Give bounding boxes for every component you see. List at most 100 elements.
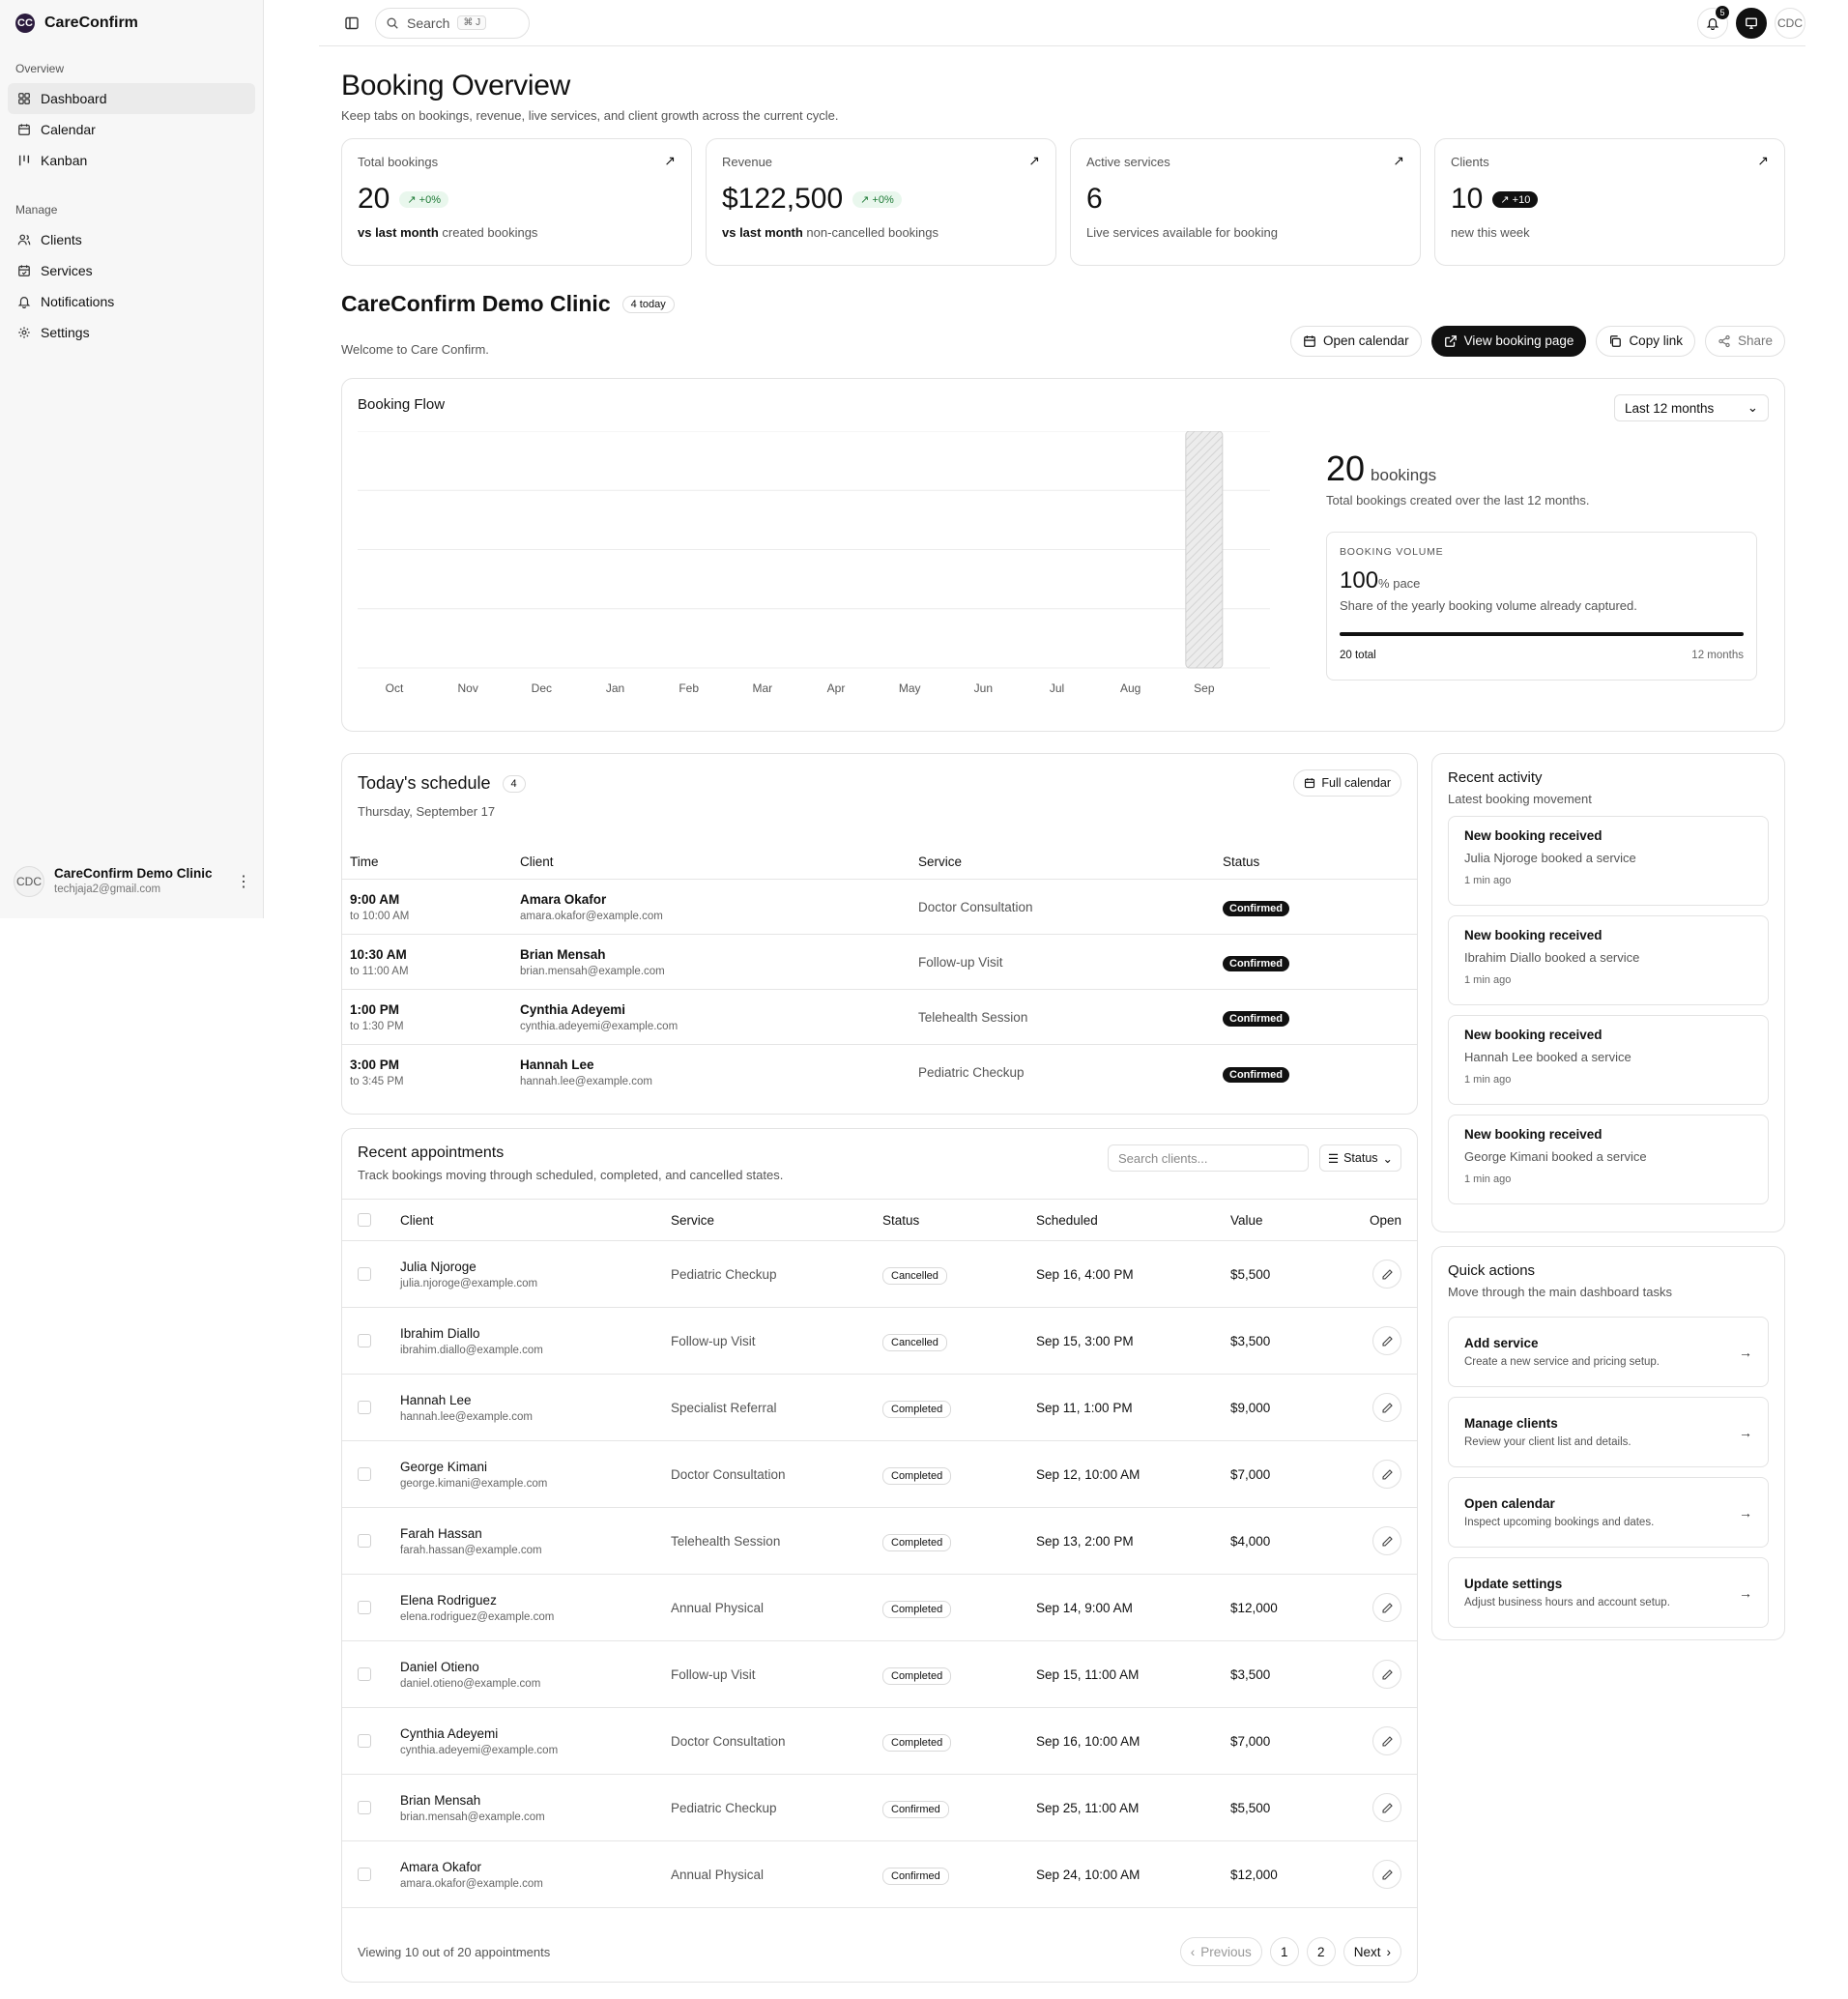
select-all-checkbox[interactable] <box>358 1213 371 1227</box>
trend-badge: ↗ +0% <box>852 190 902 208</box>
copy-link-button[interactable]: Copy link <box>1596 325 1695 357</box>
sidebar-item-kanban[interactable]: Kanban <box>8 145 255 176</box>
open-calendar-button[interactable]: Open calendar <box>1290 325 1422 357</box>
status-badge: Completed <box>882 1467 952 1485</box>
activity-item[interactable]: New booking received Hannah Lee booked a… <box>1448 1015 1769 1105</box>
more-vertical-icon[interactable]: ⋮ <box>236 872 251 891</box>
edit-appointment-button[interactable] <box>1372 1660 1401 1689</box>
edit-appointment-button[interactable] <box>1372 1793 1401 1822</box>
edit-appointment-button[interactable] <box>1372 1460 1401 1489</box>
scheduled-time: Sep 15, 11:00 AM <box>1036 1666 1140 1682</box>
table-row[interactable]: Amara Okafor amara.okafor@example.com Annu… <box>342 1841 1417 1908</box>
row-checkbox[interactable] <box>358 1267 371 1281</box>
row-checkbox[interactable] <box>358 1868 371 1881</box>
edit-appointment-button[interactable] <box>1372 1526 1401 1555</box>
next-page-button[interactable]: Next › <box>1343 1937 1401 1966</box>
sidebar-item-notifications[interactable]: Notifications <box>8 286 255 317</box>
table-row[interactable]: Ibrahim Diallo ibrahim.diallo@example.com… <box>342 1308 1417 1375</box>
display-button[interactable] <box>1736 7 1767 39</box>
row-checkbox[interactable] <box>358 1467 371 1481</box>
monitor-icon <box>1746 17 1757 29</box>
brand[interactable]: CC CareConfirm <box>0 0 263 46</box>
sidebar-user[interactable]: CDC CareConfirm Demo Clinic techjaja2@gm… <box>8 866 255 897</box>
activity-item[interactable]: New booking received Ibrahim Diallo book… <box>1448 915 1769 1005</box>
scheduled-time: Sep 24, 10:00 AM <box>1036 1867 1141 1882</box>
x-tick-label: Feb <box>679 681 699 695</box>
search-button[interactable]: Search ⌘ J <box>375 7 530 39</box>
scheduled-time: Sep 25, 11:00 AM <box>1036 1800 1140 1815</box>
chart-bar-sep[interactable] <box>1185 431 1224 669</box>
stat-card-revenue[interactable]: Revenue ↗ $122,500 ↗ +0% vs last month n… <box>706 138 1056 266</box>
edit-appointment-button[interactable] <box>1372 1860 1401 1889</box>
bell-icon <box>17 295 31 308</box>
clinic-title: CareConfirm Demo Clinic <box>341 291 611 316</box>
row-checkbox[interactable] <box>358 1601 371 1614</box>
arrow-up-right-icon[interactable]: ↗ <box>664 153 676 169</box>
arrow-up-right-icon[interactable]: ↗ <box>1028 153 1040 169</box>
quick-action-open-calendar[interactable]: Open calendar Inspect upcoming bookings a… <box>1448 1477 1769 1548</box>
scheduled-time: Sep 16, 10:00 AM <box>1036 1733 1141 1749</box>
sidebar-item-calendar[interactable]: Calendar <box>8 114 255 145</box>
edit-appointment-button[interactable] <box>1372 1593 1401 1622</box>
edit-appointment-button[interactable] <box>1372 1726 1401 1755</box>
table-row[interactable]: George Kimani george.kimani@example.com Do… <box>342 1441 1417 1508</box>
activity-item[interactable]: New booking received George Kimani booke… <box>1448 1115 1769 1204</box>
sidebar-item-services[interactable]: Services <box>8 255 255 286</box>
table-row[interactable]: Hannah Lee hannah.lee@example.com Speciali… <box>342 1375 1417 1441</box>
table-row[interactable]: Brian Mensah brian.mensah@example.com Pedi… <box>342 1775 1417 1841</box>
booking-flow-chart: Oct Nov Dec Jan Feb Mar Apr May Jun Jul Aug Sep <box>358 431 1270 695</box>
arrow-up-right-icon[interactable]: ↗ <box>1393 153 1404 169</box>
notifications-button[interactable]: 5 <box>1697 5 1729 39</box>
copy-icon <box>1610 334 1622 347</box>
range-select[interactable]: Last 12 months ⌄ <box>1614 394 1769 421</box>
share-button[interactable]: Share <box>1704 325 1785 357</box>
row-checkbox[interactable] <box>358 1401 371 1414</box>
table-row[interactable]: Daniel Otieno daniel.otieno@example.com Fo… <box>342 1641 1417 1708</box>
quick-action-title: Manage clients <box>1464 1416 1558 1431</box>
sidebar-item-dashboard[interactable]: Dashboard <box>8 83 255 114</box>
client-name: Hannah Lee <box>520 1057 594 1072</box>
row-checkbox[interactable] <box>358 1667 371 1681</box>
table-row[interactable]: Julia Njoroge julia.njoroge@example.com Pe… <box>342 1241 1417 1308</box>
page-1-button[interactable]: 1 <box>1269 1937 1299 1966</box>
booking-volume-value: 100% pace <box>1340 567 1421 594</box>
stat-card-clients[interactable]: Clients ↗ 10 ↗ +10 new this week <box>1434 138 1785 266</box>
row-checkbox[interactable] <box>358 1534 371 1548</box>
table-row[interactable]: 10:30 AM to 11:00 AM Brian Mensah brian.me… <box>342 935 1417 990</box>
full-calendar-button[interactable]: Full calendar <box>1293 769 1401 797</box>
quick-action-manage-clients[interactable]: Manage clients Review your client list an… <box>1448 1397 1769 1467</box>
edit-appointment-button[interactable] <box>1372 1326 1401 1355</box>
table-row[interactable]: Cynthia Adeyemi cynthia.adeyemi@example.c… <box>342 1708 1417 1775</box>
stat-card-active-services[interactable]: Active services ↗ 6 Live services availa… <box>1070 138 1421 266</box>
table-row[interactable]: 9:00 AM to 10:00 AM Amara Okafor amara.oka… <box>342 880 1417 935</box>
scheduled-time: Sep 15, 3:00 PM <box>1036 1333 1134 1348</box>
row-checkbox[interactable] <box>358 1334 371 1347</box>
stat-card-total-bookings[interactable]: Total bookings ↗ 20 ↗ +0% vs last month … <box>341 138 692 266</box>
edit-appointment-button[interactable] <box>1372 1260 1401 1289</box>
time-end: to 1:30 PM <box>350 1020 404 1032</box>
previous-page-button[interactable]: ‹ Previous <box>1179 1937 1262 1966</box>
service-name: Telehealth Session <box>918 1009 1028 1025</box>
quick-action-add-service[interactable]: Add service Create a new service and pric… <box>1448 1317 1769 1387</box>
edit-appointment-button[interactable] <box>1372 1393 1401 1422</box>
row-checkbox[interactable] <box>358 1734 371 1748</box>
activity-item[interactable]: New booking received Julia Njoroge booke… <box>1448 816 1769 906</box>
sidebar-item-clients[interactable]: Clients <box>8 224 255 255</box>
status-filter-button[interactable]: ☰ Status ⌄ <box>1318 1144 1401 1172</box>
booking-volume-total: 20 total <box>1340 650 1376 661</box>
table-row[interactable]: 1:00 PM to 1:30 PM Cynthia Adeyemi cynthia… <box>342 990 1417 1045</box>
todays-schedule-card: Today's schedule 4 Thursday, September 1… <box>341 753 1418 1115</box>
account-avatar[interactable]: CDC <box>1775 7 1805 39</box>
page-2-button[interactable]: 2 <box>1306 1937 1336 1966</box>
row-checkbox[interactable] <box>358 1801 371 1814</box>
table-row[interactable]: Farah Hassan farah.hassan@example.com Tele… <box>342 1508 1417 1575</box>
table-row[interactable]: Elena Rodriguez elena.rodriguez@example.c… <box>342 1575 1417 1641</box>
quick-action-update-settings[interactable]: Update settings Adjust business hours and… <box>1448 1557 1769 1628</box>
sidebar-toggle-icon[interactable] <box>340 12 363 35</box>
arrow-up-right-icon[interactable]: ↗ <box>1757 153 1769 169</box>
view-booking-page-button[interactable]: View booking page <box>1430 325 1587 357</box>
table-row[interactable]: 3:00 PM to 3:45 PM Hannah Lee hannah.lee@e… <box>342 1045 1417 1100</box>
appointment-value: $3,500 <box>1230 1333 1271 1348</box>
search-clients-input[interactable] <box>1108 1144 1309 1172</box>
sidebar-item-settings[interactable]: Settings <box>8 317 255 348</box>
